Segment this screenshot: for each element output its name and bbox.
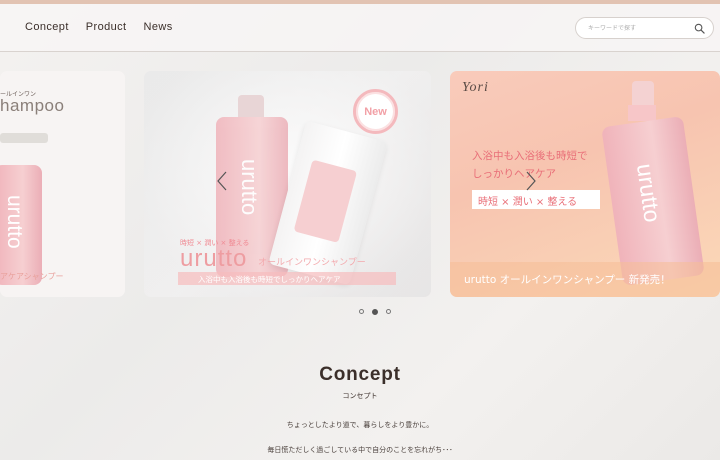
slide-bottom-banner: urutto オールインワンシャンプー 新発売！ [450, 262, 720, 297]
carousel-pagination [359, 308, 391, 315]
pump-icon [238, 95, 264, 117]
concept-line-2: 毎日慌ただしく過ごしている中で自分のことを忘れがち･･･ [267, 446, 453, 454]
bottle-brand-text: urutto [631, 161, 666, 224]
nav-product[interactable]: Product [86, 21, 127, 33]
slide-title: hampoo [0, 96, 65, 115]
carousel-prev-arrow-icon[interactable] [216, 171, 228, 191]
section-title: Concept [319, 364, 401, 385]
slide-caption: アケアシャンプー [0, 272, 64, 281]
nav-news[interactable]: News [144, 21, 173, 33]
carousel-dot-2[interactable] [372, 308, 378, 315]
slide-current[interactable]: urutto New 時短 × 潤い × 整える urutto オールインワンシ… [144, 71, 431, 297]
search-icon[interactable] [694, 23, 705, 34]
nav-concept[interactable]: Concept [25, 21, 69, 33]
main-nav: Concept Product News [25, 21, 173, 33]
bottle-image: urutto [601, 116, 705, 286]
slide-headline-1: 入浴中も入浴後も時短で [472, 150, 588, 162]
slide-brand: urutto [180, 245, 248, 272]
pump-icon [632, 81, 654, 105]
new-badge: New [353, 89, 398, 134]
slide-banner: 入浴中も入浴後も時短でしっかりヘアケア [178, 272, 396, 285]
concept-line-1: ちょっとしたより道で、暮らしをより豊かに。 [286, 421, 434, 429]
slide-next[interactable]: Yori 入浴中も入浴後も時短で しっかりヘアケア 時短 × 潤い × 整える … [450, 71, 720, 297]
carousel-next-arrow-icon[interactable] [525, 171, 537, 191]
carousel-dot-1[interactable] [359, 309, 364, 314]
bottle-brand-text: urutto [237, 159, 262, 216]
search-box [575, 17, 714, 39]
slide-headline-2: しっかりヘアケア [472, 168, 556, 180]
slide-product: オールインワンシャンプー [258, 258, 366, 268]
section-subtitle: コンセプト [342, 392, 378, 400]
search-input[interactable] [588, 22, 688, 35]
bottle-image: urutto [0, 165, 42, 285]
slide-prev[interactable]: ールインワン hampoo urutto アケアシャンプー [0, 71, 125, 297]
pump-icon [0, 133, 48, 143]
bottle-brand-text: urutto [3, 195, 26, 249]
slide-tagline-box: 時短 × 潤い × 整える [472, 190, 600, 209]
brand-logo: Yori [462, 80, 489, 95]
site-header: Concept Product News [0, 4, 720, 52]
carousel-dot-3[interactable] [386, 309, 391, 314]
